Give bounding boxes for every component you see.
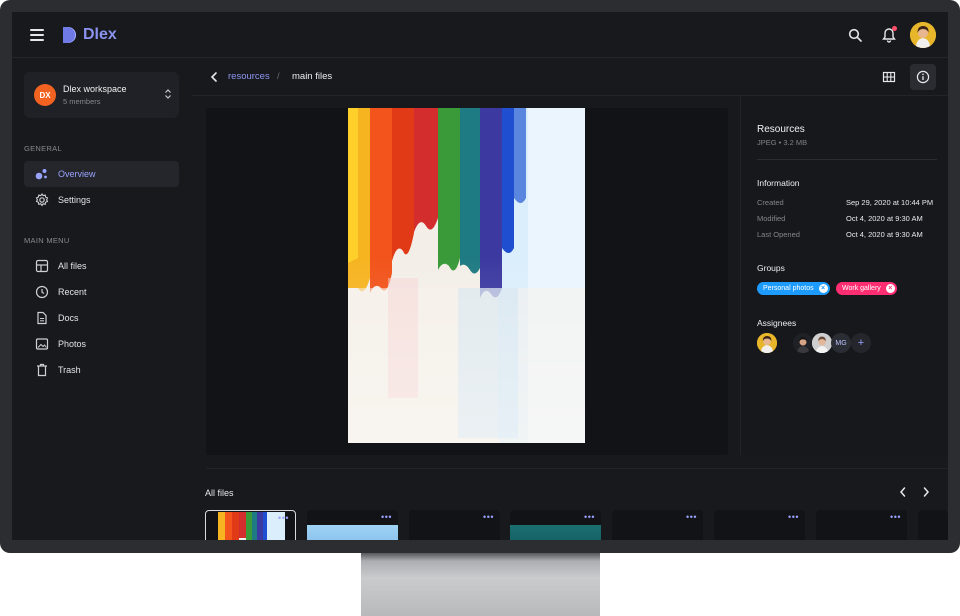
chevron-right-icon[interactable] [921, 486, 931, 498]
photo-icon [35, 337, 49, 351]
sidebar-item-all-files[interactable]: All files [24, 253, 179, 279]
information-heading: Information [757, 178, 800, 188]
workspace-name: Dlex workspace [63, 84, 127, 94]
group-tag-work-gallery[interactable]: Work gallery × [836, 282, 897, 295]
app-logo[interactable]: Dlex [62, 26, 117, 44]
sidebar-item-label: All files [58, 261, 87, 271]
thumbnail-image [218, 512, 285, 540]
group-tag-personal-photos[interactable]: Personal photos × [757, 282, 830, 295]
details-title: Resources [757, 124, 805, 135]
sidebar-item-label: Settings [58, 195, 91, 205]
sidebar-item-label: Photos [58, 339, 87, 349]
monitor-frame: Dlex DX Dlex workspace 5 members GENERAL… [0, 0, 960, 553]
sidebar-item-settings[interactable]: Settings [24, 187, 179, 213]
main-content: resources / main files Resources JPEG • … [192, 58, 948, 540]
sidebar-item-docs[interactable]: Docs [24, 305, 179, 331]
file-thumbnail[interactable]: ••• [205, 510, 296, 540]
file-thumbnail[interactable]: ••• [714, 510, 805, 540]
info-icon [916, 70, 930, 84]
info-label-last-opened: Last Opened [757, 230, 800, 239]
breadcrumb-current: main files [292, 71, 333, 82]
sidebar-item-photos[interactable]: Photos [24, 331, 179, 357]
file-meta: JPEG • 3.2 MB [757, 138, 808, 147]
more-options-icon[interactable]: ••• [890, 513, 901, 522]
file-thumbnail[interactable]: ••• [307, 510, 398, 540]
top-bar: Dlex [12, 12, 948, 58]
dlex-logo-icon [63, 27, 76, 43]
section-title-general: GENERAL [24, 144, 62, 153]
assignee-initials-avatar[interactable]: MG [831, 333, 851, 353]
assignee-avatar[interactable] [793, 333, 813, 353]
sidebar-item-trash[interactable]: Trash [24, 357, 179, 383]
more-options-icon[interactable]: ••• [788, 513, 799, 522]
all-files-heading: All files [205, 488, 234, 498]
grid-view-icon[interactable] [882, 70, 896, 84]
assignee-avatar[interactable] [812, 333, 832, 353]
workspace-badge: DX [34, 84, 56, 106]
sidebar: DX Dlex workspace 5 members GENERAL Over… [12, 58, 192, 540]
remove-tag-icon[interactable]: × [818, 284, 828, 293]
hamburger-menu-icon[interactable] [30, 29, 44, 41]
more-options-icon[interactable]: ••• [584, 513, 595, 522]
file-thumbnail[interactable]: ••• [510, 510, 601, 540]
app-name: Dlex [83, 26, 117, 43]
sidebar-item-label: Overview [58, 169, 96, 179]
info-value-created: Sep 29, 2020 at 10:44 PM [846, 198, 934, 207]
notification-bell-icon[interactable] [882, 26, 897, 43]
thumbnail-image [510, 525, 601, 540]
more-options-icon[interactable]: ••• [381, 513, 392, 522]
gear-icon [35, 193, 49, 207]
groups-heading: Groups [757, 263, 785, 273]
info-value-modified: Oct 4, 2020 at 9:30 AM [846, 214, 923, 223]
notification-dot [892, 26, 897, 31]
trash-icon [35, 363, 49, 377]
breadcrumb-separator: / [277, 71, 280, 82]
details-panel: Resources JPEG • 3.2 MB Information Crea… [740, 96, 948, 455]
sidebar-item-recent[interactable]: Recent [24, 279, 179, 305]
more-options-icon[interactable]: ••• [686, 513, 697, 522]
breadcrumb-parent-link[interactable]: resources [228, 71, 270, 82]
file-thumbnail-partial[interactable] [918, 510, 948, 540]
group-tag-label: Work gallery [842, 285, 881, 292]
file-thumbnail[interactable]: ••• [612, 510, 703, 540]
info-button[interactable] [910, 64, 936, 90]
group-tag-label: Personal photos [763, 285, 814, 292]
info-label-modified: Modified [757, 214, 786, 223]
file-thumbnail[interactable]: ••• [409, 510, 500, 540]
search-icon[interactable] [848, 28, 862, 42]
remove-tag-icon[interactable]: × [885, 284, 895, 293]
file-thumbnail[interactable]: ••• [816, 510, 907, 540]
workspace-members: 5 members [63, 97, 101, 106]
thumbnail-image [307, 525, 398, 540]
assignees-heading: Assignees [757, 318, 797, 328]
sidebar-item-label: Trash [58, 365, 81, 375]
back-arrow-icon[interactable] [208, 70, 220, 84]
clock-icon [35, 285, 49, 299]
details-divider [757, 159, 937, 160]
monitor-stand-shadow [361, 553, 600, 561]
image-viewer [206, 108, 728, 455]
info-value-last-opened: Oct 4, 2020 at 9:30 AM [846, 230, 923, 239]
app-screen: Dlex DX Dlex workspace 5 members GENERAL… [12, 12, 948, 540]
files-divider [206, 468, 948, 469]
overview-icon [35, 167, 49, 181]
section-title-main-menu: MAIN MENU [24, 236, 70, 245]
breadcrumb: resources / main files [192, 58, 948, 96]
info-label-created: Created [757, 198, 784, 207]
user-avatar[interactable] [910, 22, 936, 48]
workspace-switcher[interactable]: DX Dlex workspace 5 members [24, 72, 179, 118]
chevron-up-down-icon[interactable] [164, 88, 172, 100]
assignee-avatar[interactable] [757, 333, 777, 353]
more-options-icon[interactable]: ••• [278, 514, 289, 523]
sidebar-item-label: Docs [58, 313, 79, 323]
sidebar-item-overview[interactable]: Overview [24, 161, 179, 187]
preview-image[interactable] [348, 108, 585, 443]
chevron-left-icon[interactable] [898, 486, 908, 498]
more-options-icon[interactable]: ••• [483, 513, 494, 522]
add-assignee-icon[interactable]: + [851, 333, 871, 353]
sidebar-item-label: Recent [58, 287, 87, 297]
monitor-stand [361, 553, 600, 616]
all-files-icon [35, 259, 49, 273]
document-icon [35, 311, 49, 325]
